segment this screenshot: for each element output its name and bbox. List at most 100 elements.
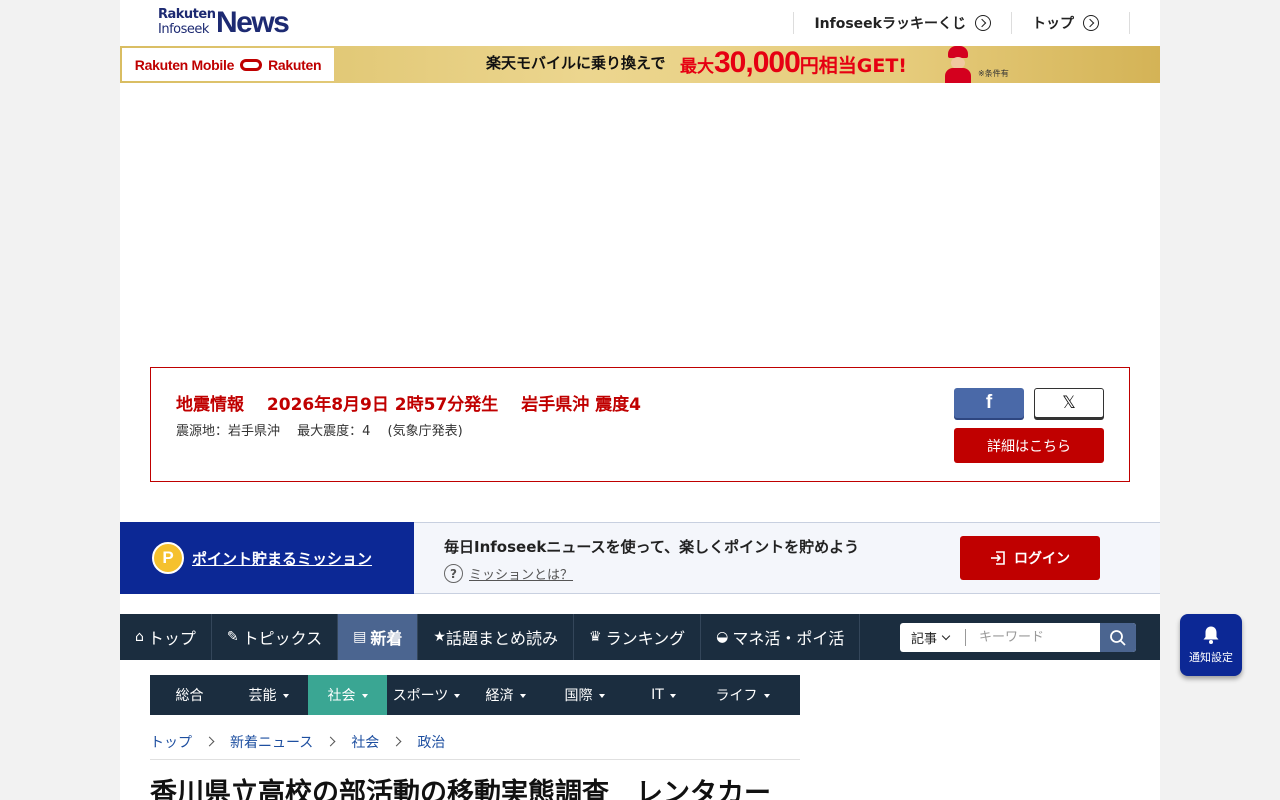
mission-help-label: ミッションとは？ bbox=[469, 568, 574, 583]
document-icon: ▤ bbox=[353, 629, 367, 645]
chevron-right-icon bbox=[325, 736, 336, 747]
caret-down-icon bbox=[669, 693, 676, 698]
site-header: Rakuten Infoseek News Infoseekラッキーくじ トップ bbox=[120, 0, 1160, 46]
header-link-label: Infoseekラッキーくじ bbox=[814, 16, 966, 32]
category-nav: 総合 芸能 社会 スポーツ 経済 国際 IT ライフ bbox=[150, 675, 800, 715]
caret-down-icon bbox=[454, 693, 461, 698]
banner-brand-right: Rakuten bbox=[268, 56, 322, 73]
chevron-down-icon bbox=[941, 631, 951, 641]
nav-tab-label: トップ bbox=[147, 629, 196, 648]
category-tab-label: スポーツ bbox=[392, 688, 449, 704]
chevron-right-icon bbox=[391, 736, 402, 747]
question-circle-icon: ? bbox=[444, 564, 463, 583]
banner-text: 楽天モバイルに乗り換えで bbox=[486, 54, 666, 72]
mission-description: 毎日Infoseekニュースを使って、楽しくポイントを貯めよう bbox=[444, 538, 860, 556]
banner-brand-left: Rakuten Mobile bbox=[134, 56, 235, 73]
header-link-lucky-kuji[interactable]: Infoseekラッキーくじ bbox=[793, 12, 1011, 34]
point-coin-icon: P bbox=[152, 542, 184, 574]
category-tab-label: 社会 bbox=[327, 688, 356, 704]
nav-tab-top[interactable]: ⌂ トップ bbox=[120, 614, 212, 660]
caret-down-icon bbox=[282, 693, 289, 698]
x-share-button[interactable]: 𝕏 bbox=[1034, 388, 1104, 418]
category-tab-it[interactable]: IT bbox=[624, 675, 703, 715]
breadcrumb-link-new[interactable]: 新着ニュース bbox=[230, 732, 313, 759]
nav-tab-label: ランキング bbox=[605, 629, 686, 648]
caret-down-icon bbox=[361, 693, 368, 698]
nav-tab-label: トピックス bbox=[242, 629, 323, 648]
home-icon: ⌂ bbox=[135, 629, 144, 645]
crown-icon: ♛ bbox=[589, 629, 602, 645]
logo-infoseek: Infoseek bbox=[158, 22, 209, 37]
breadcrumb-link-politics[interactable]: 政治 bbox=[417, 732, 445, 759]
infinity-icon bbox=[240, 58, 263, 71]
nav-tab-ranking[interactable]: ♛ ランキング bbox=[574, 614, 702, 660]
search-input[interactable] bbox=[966, 624, 1094, 651]
search-box: 記事 bbox=[900, 623, 1136, 652]
category-tab-international[interactable]: 国際 bbox=[545, 675, 624, 715]
star-icon: ★ bbox=[433, 629, 446, 645]
nav-tab-topics[interactable]: ✎ トピックス bbox=[212, 614, 339, 660]
main-nav: ⌂ トップ ✎ トピックス ▤ 新着 ★ 話題まとめ読み ♛ ランキング ◒ マ… bbox=[120, 614, 1160, 660]
earthquake-detail: 震源地：岩手県沖 最大震度：4 (気象庁発表) bbox=[176, 424, 463, 439]
category-tab-general[interactable]: 総合 bbox=[150, 675, 229, 715]
nav-tab-money[interactable]: ◒ マネ活・ポイ活 bbox=[701, 614, 861, 660]
breadcrumb: トップ 新着ニュース 社会 政治 bbox=[150, 732, 800, 760]
category-tab-label: 経済 bbox=[485, 688, 514, 704]
banner-brand-logo: Rakuten Mobile Rakuten bbox=[122, 48, 334, 81]
caret-down-icon bbox=[519, 693, 526, 698]
search-scope-label: 記事 bbox=[911, 632, 938, 647]
mission-help-link[interactable]: ? ミッションとは？ bbox=[444, 564, 573, 583]
mission-panel: P ポイント貯まるミッション bbox=[120, 522, 414, 594]
wallet-icon: ◒ bbox=[716, 629, 729, 645]
chevron-right-circle-icon bbox=[1083, 15, 1099, 31]
header-link-label: トップ bbox=[1032, 16, 1074, 32]
search-button[interactable] bbox=[1100, 623, 1136, 652]
earthquake-title: 地震情報 2026年8月9日 2時57分発生 岩手県沖 震度4 bbox=[176, 395, 641, 415]
category-tab-label: 芸能 bbox=[248, 688, 277, 704]
point-mission-link[interactable]: ポイント貯まるミッション bbox=[192, 548, 372, 569]
breadcrumb-link-society[interactable]: 社会 bbox=[351, 732, 379, 759]
ad-banner[interactable]: Rakuten Mobile Rakuten 楽天モバイルに乗り換えで 最大 3… bbox=[120, 46, 1160, 83]
banner-note: ※条件有 bbox=[978, 69, 1009, 78]
article-title: 香川県立高校の部活動の移動実態調査 レンタカー bbox=[150, 778, 771, 800]
header-nav: Infoseekラッキーくじ トップ bbox=[793, 12, 1130, 34]
bell-icon bbox=[1203, 626, 1219, 644]
category-tab-life[interactable]: ライフ bbox=[703, 675, 782, 715]
facebook-icon: f bbox=[985, 392, 993, 413]
search-icon bbox=[1110, 629, 1126, 646]
nav-tab-label: 話題まとめ読み bbox=[445, 629, 558, 648]
category-tab-label: 国際 bbox=[564, 688, 593, 704]
banner-mascot-icon bbox=[942, 46, 974, 83]
category-tab-sports[interactable]: スポーツ bbox=[387, 675, 466, 715]
nav-tab-new[interactable]: ▤ 新着 bbox=[338, 614, 419, 660]
nav-tab-label: マネ活・ポイ活 bbox=[732, 629, 845, 648]
nav-tab-summary[interactable]: ★ 話題まとめ読み bbox=[418, 614, 574, 660]
logo-rakuten: Rakuten bbox=[158, 7, 216, 22]
login-icon bbox=[991, 551, 1005, 565]
x-icon: 𝕏 bbox=[1062, 393, 1076, 413]
header-link-top[interactable]: トップ bbox=[1011, 12, 1130, 34]
chevron-right-circle-icon bbox=[975, 15, 991, 31]
earthquake-details-button[interactable]: 詳細はこちら bbox=[954, 428, 1104, 463]
chevron-right-icon bbox=[204, 736, 215, 747]
earthquake-alert: 地震情報 2026年8月9日 2時57分発生 岩手県沖 震度4 震源地：岩手県沖… bbox=[150, 367, 1130, 482]
category-tab-label: ライフ bbox=[715, 688, 758, 704]
breadcrumb-link-top[interactable]: トップ bbox=[150, 732, 192, 759]
nav-tab-label: 新着 bbox=[370, 629, 403, 648]
facebook-share-button[interactable]: f bbox=[954, 388, 1024, 418]
login-button[interactable]: ログイン bbox=[960, 536, 1100, 580]
category-tab-entertainment[interactable]: 芸能 bbox=[229, 675, 308, 715]
page: Rakuten Infoseek News Infoseekラッキーくじ トップ… bbox=[120, 0, 1160, 800]
banner-promo: 最大 30,000 円相当GET! bbox=[680, 46, 907, 80]
login-label: ログイン bbox=[1014, 551, 1070, 567]
notification-settings-button[interactable]: 通知設定 bbox=[1180, 614, 1242, 676]
category-tab-label: IT bbox=[651, 687, 664, 703]
category-tab-economy[interactable]: 経済 bbox=[466, 675, 545, 715]
category-tab-label: 総合 bbox=[175, 688, 204, 704]
banner-promo-amount: 30,000 bbox=[714, 46, 801, 79]
point-mission-bar: P ポイント貯まるミッション 毎日Infoseekニュースを使って、楽しくポイン… bbox=[120, 522, 1160, 594]
search-scope-select[interactable]: 記事 bbox=[900, 629, 966, 647]
caret-down-icon bbox=[598, 693, 605, 698]
category-tab-society[interactable]: 社会 bbox=[308, 675, 387, 715]
pencil-icon: ✎ bbox=[226, 629, 239, 645]
